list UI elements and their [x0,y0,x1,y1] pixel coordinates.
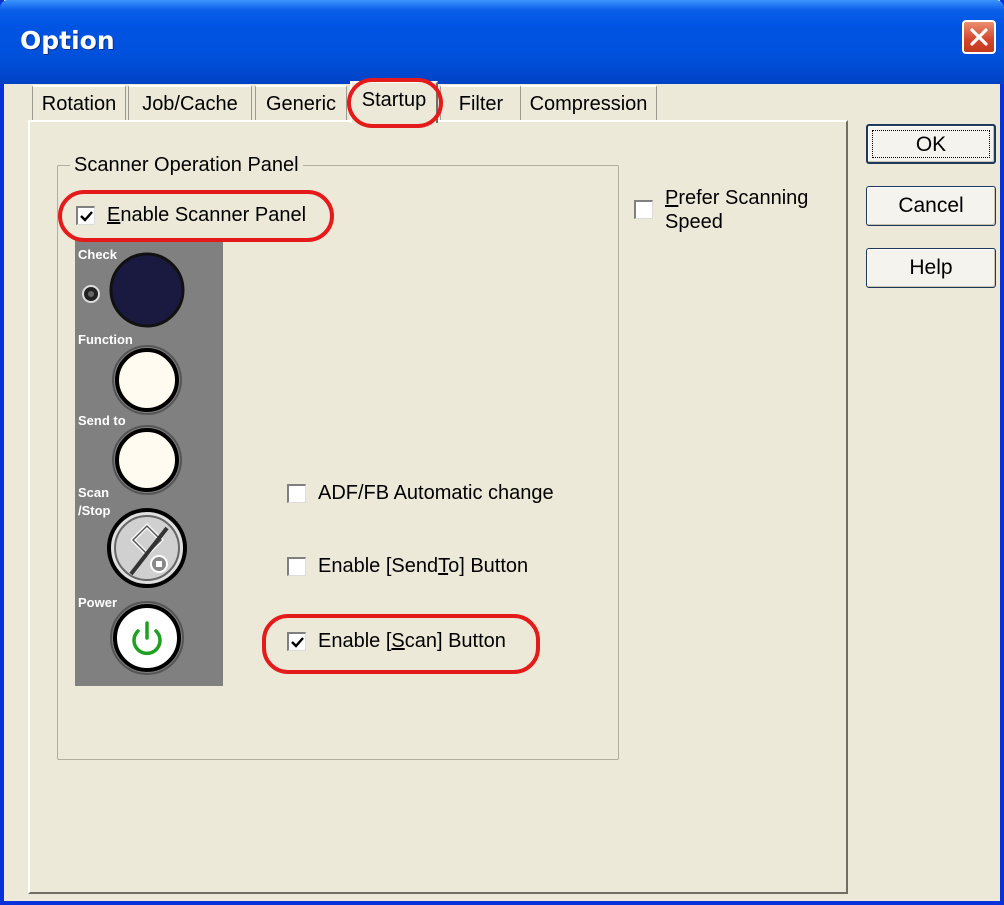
tab-label: Generic [265,93,337,115]
scanner-panel-image: Check Function Send to Scan /Stop Power [75,240,223,686]
tab-label: Job/Cache [142,93,238,115]
checkbox-label: Enable [Scan] Button [318,630,506,653]
prefer-scanning-speed-checkbox[interactable]: Prefer Scanning Speed [634,186,808,234]
checkbox-box[interactable] [287,484,306,503]
checkbox-box[interactable] [76,206,95,225]
checkbox-label: ADF/FB Automatic change [318,482,554,504]
adf-fb-automatic-change-checkbox[interactable]: ADF/FB Automatic change [287,482,554,505]
checkmark-icon [79,210,93,222]
label-text: nable Scanner Panel [120,204,307,226]
tab-label: Compression [529,93,648,115]
access-key: T [438,555,449,577]
checkbox-box[interactable] [287,557,306,576]
checkbox-label: Enable Scanner Panel [107,204,306,227]
label-text: Enable [Send [318,555,439,577]
checkbox-box[interactable] [634,200,653,219]
scanner-panel-buttons-icon [82,252,187,675]
tab-rotation[interactable]: Rotation [32,85,126,122]
tab-label: Rotation [41,93,117,115]
label-text: o] Button [448,555,529,577]
tab-compression[interactable]: Compression [520,85,657,122]
help-button[interactable]: Help [866,248,996,288]
checkbox-label: Prefer Scanning Speed [665,186,808,234]
checkbox-box[interactable] [287,632,306,651]
tab-generic[interactable]: Generic [255,85,347,122]
cancel-button[interactable]: Cancel [866,186,996,226]
close-button[interactable] [962,20,996,54]
focus-rect [872,130,990,158]
checkbox-label: Enable [SendTo] Button [318,555,528,578]
tab-startup[interactable]: Startup [350,81,438,123]
label-text: can] Button [404,630,506,652]
access-key: S [391,630,405,652]
label-text: refer Scanning [678,187,809,209]
tab-label: Startup [361,89,427,111]
tab-job-cache[interactable]: Job/Cache [128,85,252,122]
access-key: P [665,187,679,209]
window-title: Option [20,26,115,55]
tab-filter[interactable]: Filter [440,85,522,122]
label-text: Enable [ [318,630,392,652]
cancel-label: Cancel [898,194,964,217]
enable-scanner-panel-checkbox[interactable]: Enable Scanner Panel [76,204,306,227]
access-key: E [107,204,121,226]
close-icon [970,28,988,46]
title-bar: Option [0,0,1004,84]
label-text-line2: Speed [665,211,723,233]
ok-button[interactable]: OK [866,124,996,164]
enable-sendto-button-checkbox[interactable]: Enable [SendTo] Button [287,555,528,578]
help-label: Help [909,256,953,279]
enable-scan-button-checkbox[interactable]: Enable [Scan] Button [287,630,506,653]
group-title: Scanner Operation Panel [70,154,303,177]
tab-label: Filter [458,93,504,115]
checkmark-icon [290,636,304,648]
